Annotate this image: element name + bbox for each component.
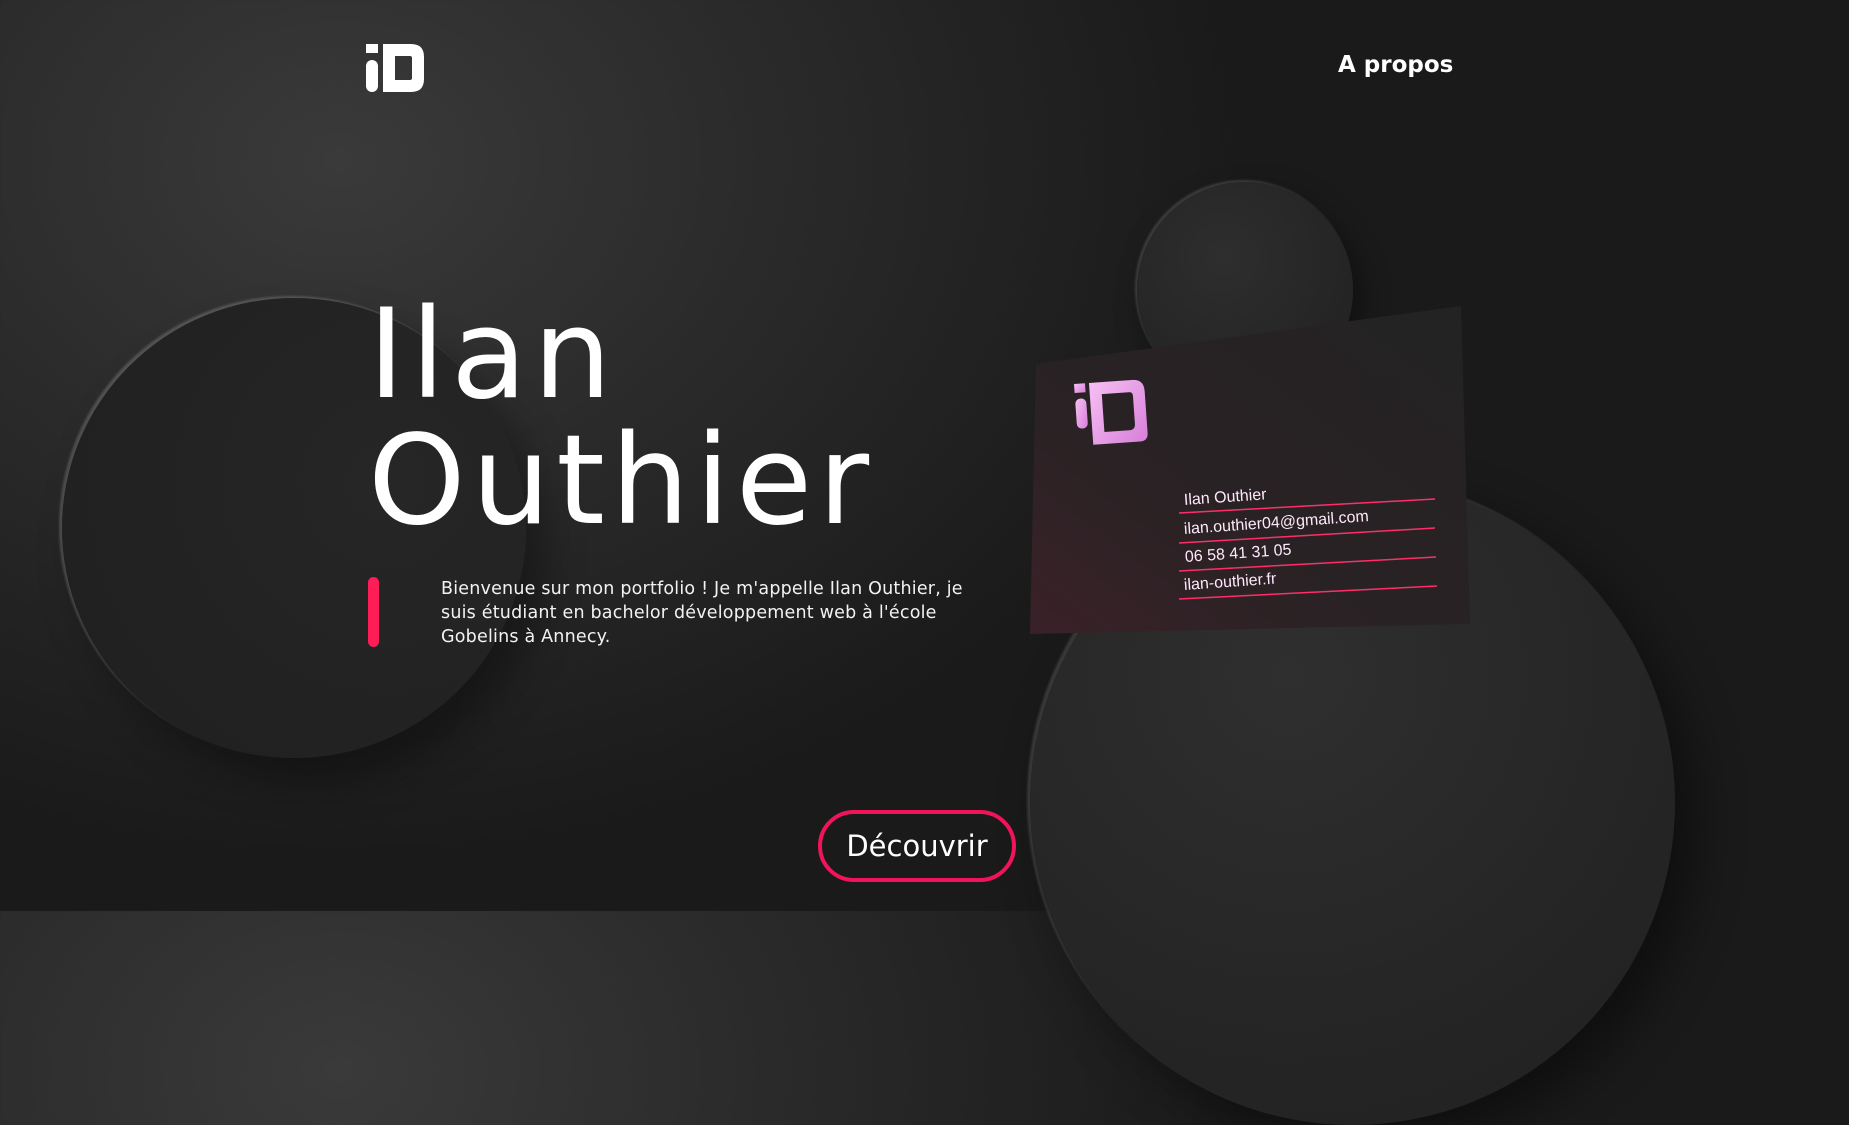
- nav-link-about[interactable]: A propos: [1338, 52, 1453, 78]
- hero-first-name: Ilan: [368, 283, 618, 427]
- accent-bar: [368, 577, 379, 647]
- hero-title: Ilan Outhier: [368, 292, 875, 544]
- hero-last-name: Outhier: [368, 409, 876, 553]
- business-card: Ilan Outhier ilan.outhier04@gmail.com 06…: [1030, 306, 1470, 636]
- logo-icon[interactable]: [366, 44, 424, 92]
- discover-button[interactable]: Découvrir: [818, 810, 1016, 882]
- intro-paragraph: Bienvenue sur mon portfolio ! Je m'appel…: [441, 579, 963, 647]
